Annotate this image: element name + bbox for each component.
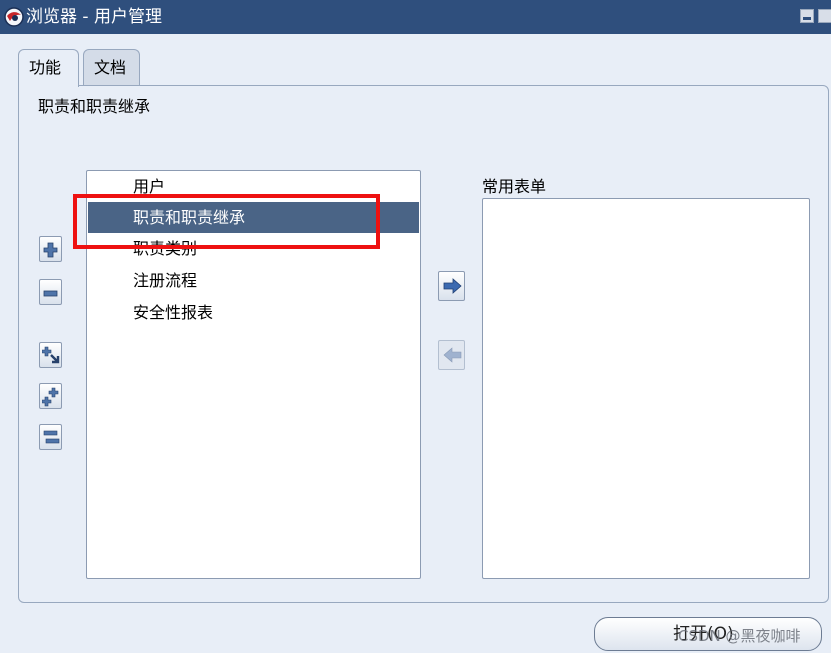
list-item-users[interactable]: 用户 [88, 171, 419, 202]
list-item-label: 职责类别 [133, 239, 198, 258]
watermark: CSDN @黑夜咖啡 [678, 627, 801, 645]
window-title: 浏览器 - 用户管理 [26, 7, 162, 27]
expand-branch-button[interactable] [39, 383, 62, 409]
tab-label: 文档 [94, 58, 127, 77]
list-item-responsibility-categories[interactable]: 职责类别 [88, 233, 419, 264]
close-button[interactable] [818, 9, 831, 23]
function-list[interactable]: 用户 职责和职责继承 职责类别 注册流程 安全性报表 [86, 170, 421, 579]
globe-icon [4, 7, 24, 27]
tab-label: 功能 [29, 58, 62, 77]
expand-button[interactable] [39, 236, 62, 262]
collapse-button[interactable] [39, 279, 62, 305]
favorites-list[interactable] [482, 198, 810, 579]
list-item-label: 职责和职责继承 [133, 208, 246, 227]
list-item-security-reports[interactable]: 安全性报表 [88, 297, 419, 328]
tab-functions[interactable]: 功能 [18, 49, 79, 87]
list-item-label: 用户 [133, 177, 166, 196]
list-item-responsibilities[interactable]: 职责和职责继承 [88, 202, 419, 233]
add-to-favorites-button[interactable] [438, 271, 465, 301]
remove-from-favorites-button[interactable] [438, 340, 465, 370]
expand-all-button[interactable] [39, 342, 62, 368]
minimize-button[interactable] [800, 9, 814, 23]
title-bar: 浏览器 - 用户管理 [0, 0, 831, 34]
list-item-registration-process[interactable]: 注册流程 [88, 265, 419, 296]
favorites-label: 常用表单 [482, 177, 547, 196]
section-title: 职责和职责继承 [38, 97, 151, 116]
tab-documents[interactable]: 文档 [83, 49, 140, 85]
list-item-label: 注册流程 [133, 271, 198, 290]
collapse-all-button[interactable] [39, 424, 62, 450]
list-item-label: 安全性报表 [133, 303, 214, 322]
